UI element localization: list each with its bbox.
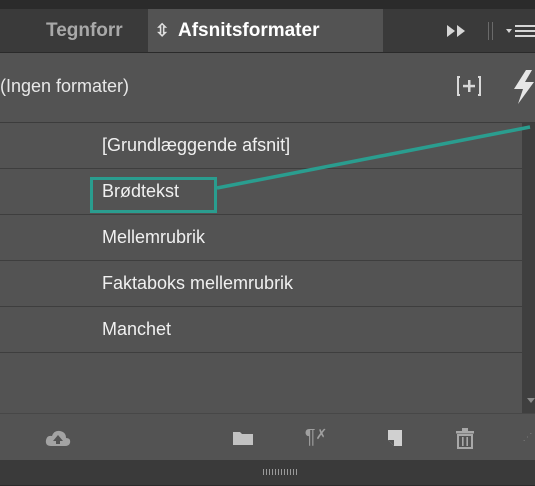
panel-resize-strip[interactable] — [0, 460, 535, 486]
panel-menu-icon[interactable] — [506, 9, 535, 52]
resize-grip-icon[interactable] — [263, 469, 299, 475]
list-item[interactable]: [Grundlæggende afsnit] — [0, 123, 522, 169]
list-item[interactable]: Manchet — [0, 307, 522, 353]
resize-corner-icon[interactable]: ⋰ — [520, 414, 535, 460]
style-name: [Grundlæggende afsnit] — [102, 135, 291, 155]
callout-highlight-box — [90, 177, 217, 213]
vertical-scrollbar[interactable] — [522, 123, 535, 413]
double-chevron-right-icon[interactable] — [446, 9, 468, 52]
new-style-group-icon[interactable] — [457, 76, 481, 96]
panel-header-strip — [0, 0, 535, 9]
list-item[interactable]: Mellemrubrik — [0, 215, 522, 261]
paragraph-styles-panel: Tegnforr ⇳ Afsnitsformater (Ingen format… — [0, 0, 535, 460]
list-item[interactable]: Brødtekst — [0, 169, 522, 215]
list-item[interactable]: Faktaboks mellemrubrik — [0, 261, 522, 307]
folder-icon[interactable] — [226, 414, 260, 460]
new-style-icon[interactable] — [380, 414, 410, 460]
panel-bottom-bar: ¶✗ ⋰ — [0, 413, 535, 460]
clear-overrides-icon[interactable]: ¶✗ — [294, 414, 338, 460]
trash-icon[interactable] — [450, 414, 480, 460]
style-toolbar: (Ingen formater) — [0, 52, 535, 123]
style-name: Manchet — [102, 319, 172, 339]
current-style-label: (Ingen formater) — [0, 76, 130, 96]
cc-libraries-icon[interactable] — [38, 414, 78, 460]
scroll-down-arrow-icon[interactable] — [527, 398, 535, 403]
divider — [492, 22, 493, 40]
list-item-empty — [0, 353, 522, 399]
up-down-arrows-icon: ⇳ — [155, 21, 170, 40]
style-name: Faktaboks mellemrubrik — [102, 273, 294, 293]
tab-paragraph-styles[interactable]: ⇳ Afsnitsformater — [148, 9, 383, 52]
tab-character-styles[interactable]: Tegnforr — [0, 9, 148, 52]
style-name: Mellemrubrik — [102, 227, 206, 247]
panel-tab-bar: Tegnforr ⇳ Afsnitsformater — [0, 0, 535, 53]
tab-paragraph-styles-label: Afsnitsformater — [178, 20, 320, 41]
lightning-icon[interactable] — [512, 70, 535, 110]
style-list: [Grundlæggende afsnit] Brødtekst Mellemr… — [0, 123, 522, 405]
divider — [488, 22, 489, 40]
